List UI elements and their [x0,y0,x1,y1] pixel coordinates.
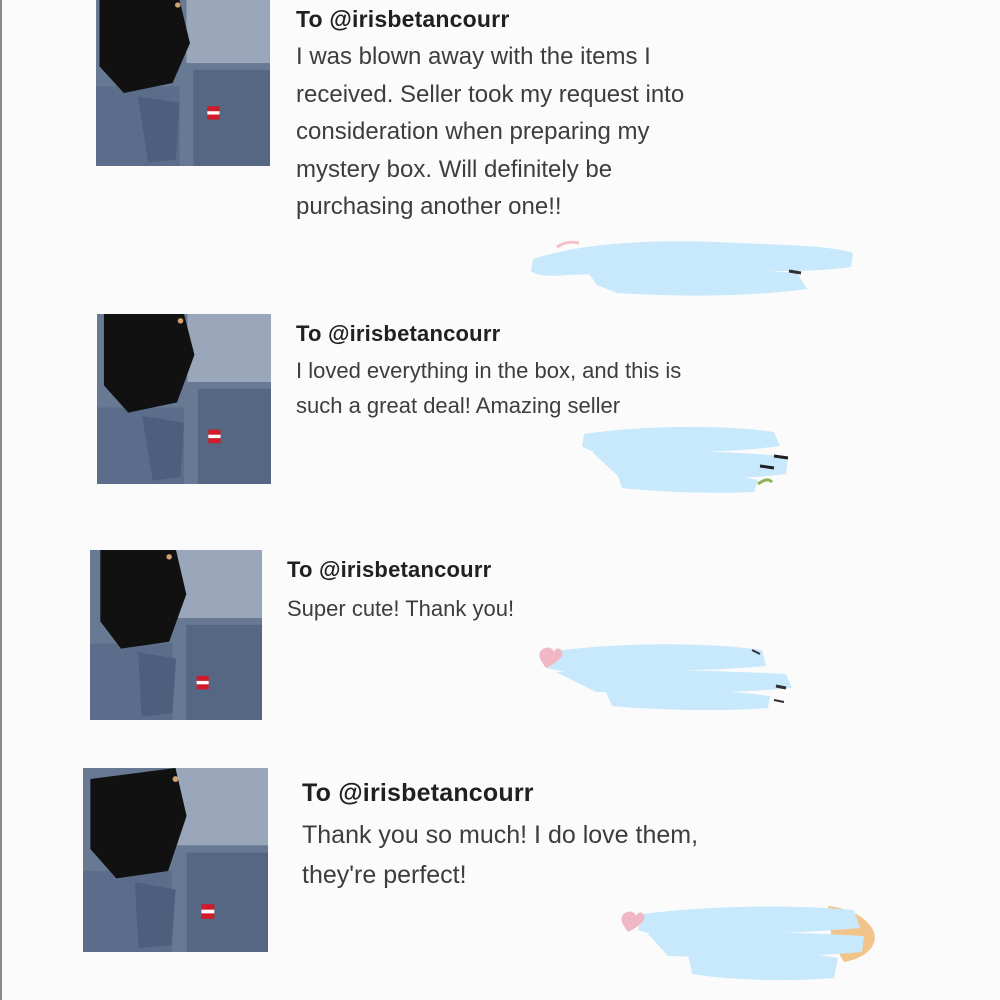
product-thumbnail[interactable] [83,768,268,952]
denim-photo [97,314,271,484]
recipient-handle[interactable]: To @irisbetancourr [296,320,896,348]
recipient-handle[interactable]: To @irisbetancourr [287,556,887,584]
denim-photo [96,0,270,166]
review-message: Super cute! Thank you! [287,596,515,621]
denim-photo [90,550,262,720]
product-thumbnail[interactable] [96,0,270,166]
product-thumbnail[interactable] [97,314,271,484]
recipient-handle[interactable]: To @irisbetancourr [302,777,902,809]
redaction-scribble [618,902,880,982]
review-text: To @irisbetancourr Super cute! Thank you… [287,556,887,626]
review-text: To @irisbetancourr I was blown away with… [296,5,896,226]
review-card: To @irisbetancourr Super cute! Thank you… [0,520,1000,750]
denim-photo [83,768,268,952]
product-thumbnail[interactable] [90,550,262,720]
review-message: I loved everything in the box, and this … [296,358,682,418]
review-text: To @irisbetancourr I loved everything in… [296,320,896,423]
redaction-scribble [527,235,857,300]
recipient-handle[interactable]: To @irisbetancourr [296,5,896,33]
review-card: To @irisbetancourr Thank you so much! I … [0,750,1000,1000]
review-message: Thank you so much! I do love them, they'… [302,821,699,889]
review-card: To @irisbetancourr I loved everything in… [0,300,1000,520]
redaction-scribble [578,422,793,494]
review-text: To @irisbetancourr Thank you so much! I … [302,777,902,895]
redaction-scribble [536,638,800,711]
review-message: I was blown away with the items I receiv… [296,43,685,220]
review-card: To @irisbetancourr I was blown away with… [0,0,1000,300]
